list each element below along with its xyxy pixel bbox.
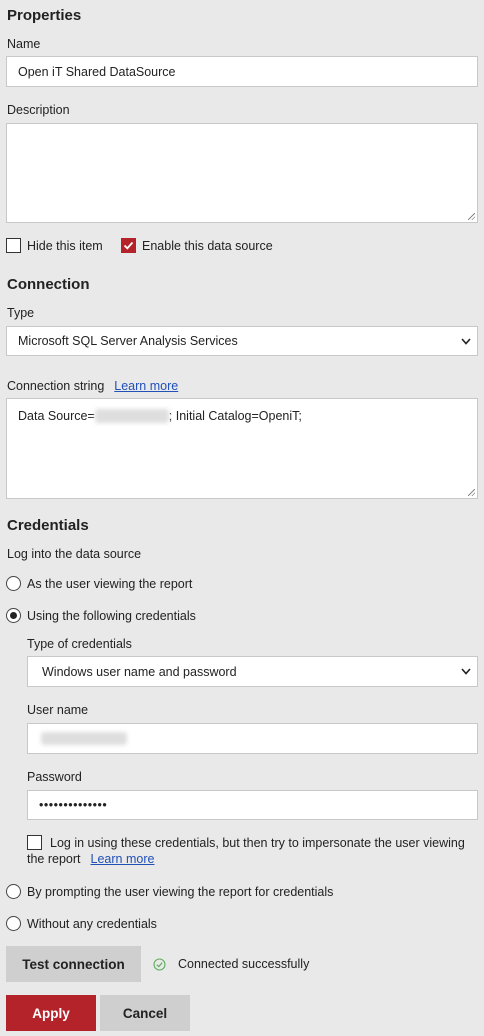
impersonate-label: Log in using these credentials, but then… — [50, 835, 465, 850]
type-of-credentials-value: Windows user name and password — [42, 664, 237, 679]
conn-string-prefix: Data Source= — [18, 409, 95, 423]
connection-heading: Connection — [7, 276, 90, 293]
connection-status: Connected successfully — [178, 957, 310, 971]
password-input[interactable]: •••••••••••••• — [27, 790, 478, 820]
radio-following-credentials-label: Using the following credentials — [27, 608, 196, 623]
resize-handle-icon[interactable] — [468, 213, 475, 220]
user-name-input[interactable] — [27, 723, 478, 754]
password-value: •••••••••••••• — [39, 798, 108, 812]
radio-following-credentials[interactable] — [6, 608, 21, 623]
radio-prompting[interactable] — [6, 884, 21, 899]
type-of-credentials-select[interactable]: Windows user name and password — [27, 656, 478, 687]
name-label: Name — [7, 37, 41, 51]
checkmark-icon — [123, 241, 134, 250]
redacted-server-name — [94, 409, 169, 423]
cancel-button[interactable]: Cancel — [100, 995, 190, 1031]
conn-string-label: Connection string — [7, 379, 105, 393]
name-input-value: Open iT Shared DataSource — [18, 64, 176, 79]
redacted-user-name — [41, 732, 127, 745]
enable-source-label: Enable this data source — [142, 238, 273, 253]
credentials-heading: Credentials — [7, 517, 89, 534]
conn-string-textarea[interactable]: Data Source= ; Initial Catalog=OpeniT; — [6, 398, 478, 499]
impersonate-checkbox[interactable] — [27, 835, 42, 850]
type-select-value: Microsoft SQL Server Analysis Services — [18, 334, 238, 348]
radio-viewing-user[interactable] — [6, 576, 21, 591]
properties-heading: Properties — [7, 7, 82, 24]
hide-item-label: Hide this item — [27, 238, 103, 253]
radio-viewing-user-label: As the user viewing the report — [27, 576, 193, 591]
description-label: Description — [7, 103, 70, 117]
chevron-down-icon — [461, 668, 471, 675]
test-connection-button[interactable]: Test connection — [6, 946, 141, 982]
chevron-down-icon — [461, 337, 471, 345]
resize-handle-icon[interactable] — [468, 489, 475, 496]
impersonate-label-2: the report — [27, 852, 81, 866]
conn-string-suffix: ; Initial Catalog=OpeniT; — [168, 409, 302, 423]
name-input[interactable]: Open iT Shared DataSource — [6, 56, 478, 87]
impersonate-learn-more-link[interactable]: Learn more — [91, 852, 155, 866]
radio-no-credentials-label: Without any credentials — [27, 916, 157, 931]
user-name-label: User name — [27, 703, 89, 717]
type-select[interactable]: Microsoft SQL Server Analysis Services — [6, 326, 478, 356]
hide-item-checkbox[interactable] — [6, 238, 21, 253]
conn-string-learn-more-link[interactable]: Learn more — [114, 379, 178, 393]
description-textarea[interactable] — [6, 123, 478, 223]
login-label: Log into the data source — [7, 547, 142, 561]
radio-no-credentials[interactable] — [6, 916, 21, 931]
success-check-icon — [153, 957, 166, 971]
radio-prompting-label: By prompting the user viewing the report… — [27, 884, 334, 899]
enable-source-checkbox[interactable] — [121, 238, 136, 253]
type-label: Type — [7, 306, 35, 320]
type-of-credentials-label: Type of credentials — [27, 637, 132, 651]
apply-button[interactable]: Apply — [6, 995, 96, 1031]
password-label: Password — [27, 770, 82, 784]
